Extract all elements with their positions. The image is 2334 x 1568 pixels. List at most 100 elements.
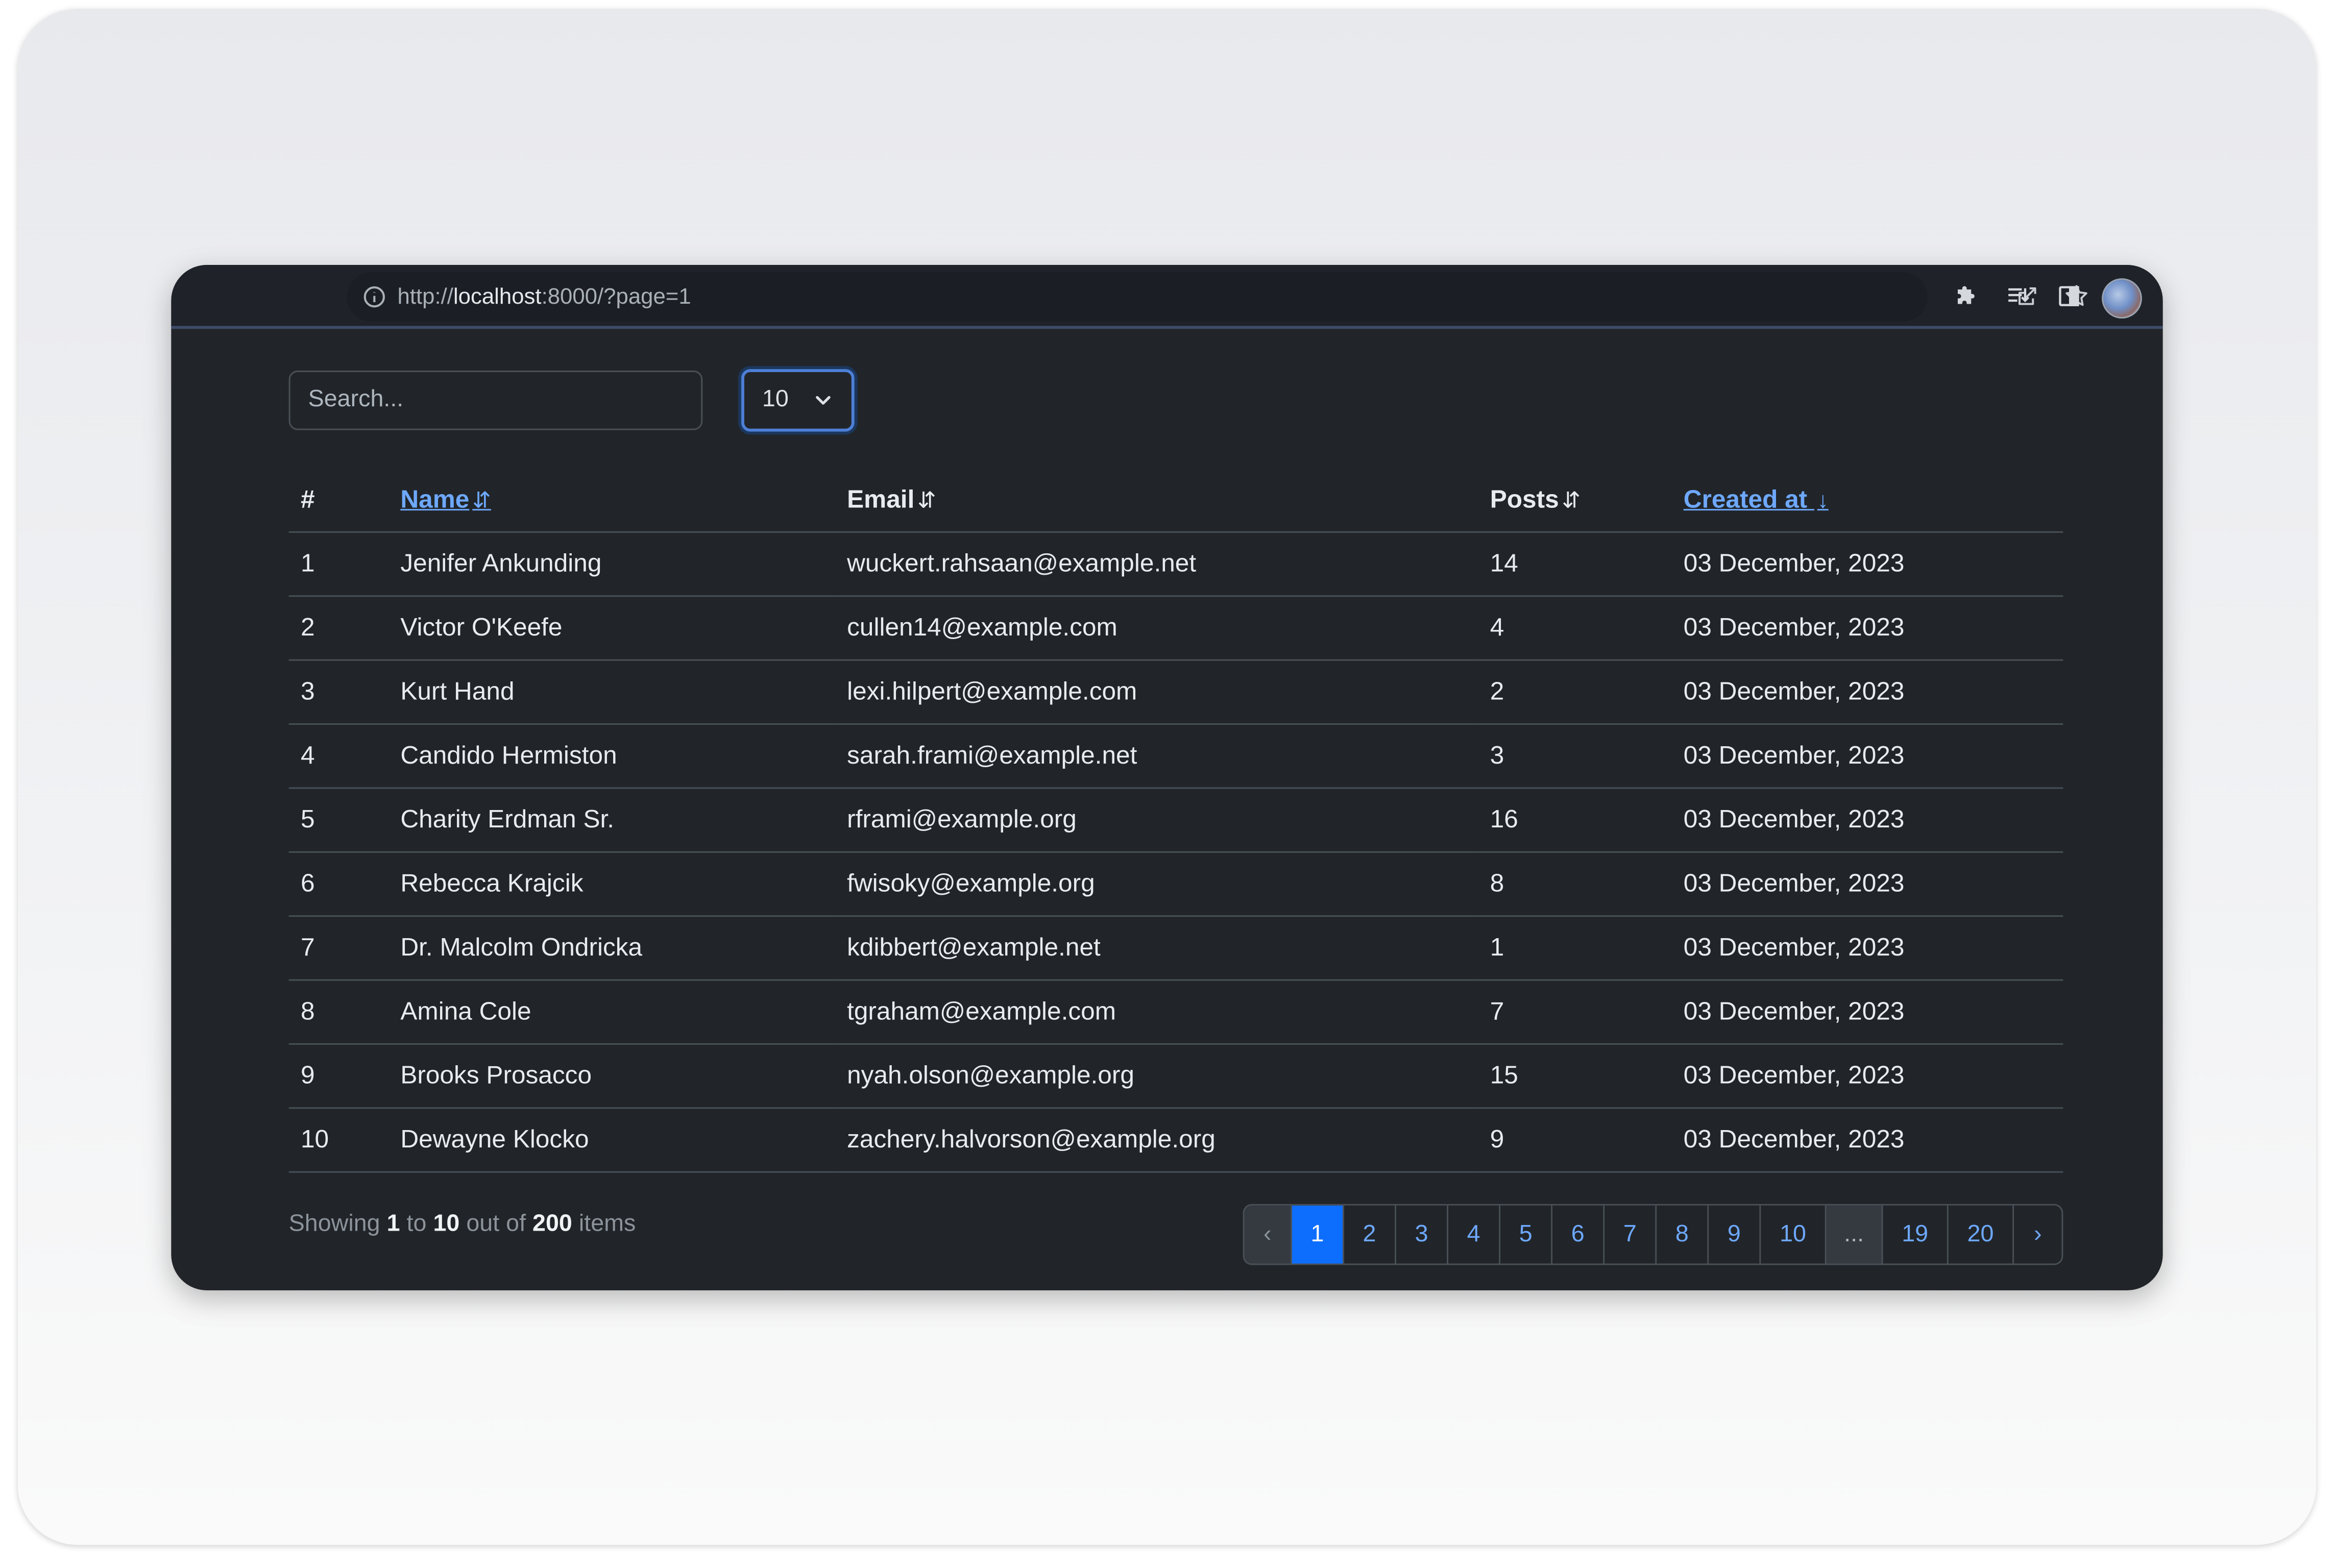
browser-window: http://localhost:8000/?page=1 Search... …: [171, 265, 2163, 1290]
address-bar[interactable]: http://localhost:8000/?page=1: [347, 272, 2087, 322]
cell-number: 4: [288, 724, 389, 789]
page-content: 10 # Name⇵ Email⇵ Posts⇵: [171, 329, 2162, 1290]
cell-number: 9: [288, 1044, 389, 1109]
page-button-8[interactable]: 8: [1657, 1205, 1709, 1264]
page-button-4[interactable]: 4: [1448, 1205, 1501, 1264]
cell-posts: 7: [1478, 980, 1672, 1045]
per-page-value: 10: [762, 387, 789, 412]
cell-name: Rebecca Krajcik: [388, 852, 835, 917]
cell-created-at: 03 December, 2023: [1671, 1108, 2063, 1173]
header-posts[interactable]: Posts ⇵: [1478, 467, 1672, 533]
side-panel-icon[interactable]: [2053, 280, 2085, 312]
cell-email: fwisoky@example.org: [835, 852, 1478, 917]
table-row: 5 Charity Erdman Sr. rframi@example.org …: [288, 788, 2063, 853]
cell-number: 1: [288, 532, 389, 597]
per-page-select[interactable]: 10: [741, 369, 855, 432]
cell-created-at: 03 December, 2023: [1671, 660, 2063, 725]
cell-created-at: 03 December, 2023: [1671, 916, 2063, 981]
header-number: #: [288, 467, 389, 533]
sort-by-created-link[interactable]: Created at ↓: [1684, 484, 1829, 512]
cell-posts: 9: [1478, 1108, 1672, 1173]
extensions-puzzle-icon[interactable]: [1952, 280, 1984, 312]
cell-posts: 14: [1478, 532, 1672, 597]
page-button-19[interactable]: 19: [1883, 1205, 1949, 1264]
cell-name: Jenifer Ankunding: [388, 532, 835, 597]
cell-email: sarah.frami@example.net: [835, 724, 1478, 789]
cell-email: lexi.hilpert@example.com: [835, 660, 1478, 725]
users-table: # Name ⇵ Email ⇵ Posts ⇵ Created at ↓ 1 …: [288, 467, 2063, 1173]
sort-by-name-link[interactable]: Name ⇵: [400, 484, 491, 512]
cell-name: Candido Hermiston: [388, 724, 835, 789]
page-button-2[interactable]: 2: [1344, 1205, 1397, 1264]
cell-number: 2: [288, 596, 389, 661]
profile-avatar[interactable]: [2102, 278, 2142, 318]
pagination-next-button[interactable]: ›: [2014, 1205, 2062, 1264]
cell-posts: 1: [1478, 916, 1672, 981]
pagination-ellipsis: ...: [1826, 1205, 1883, 1264]
cell-name: Dr. Malcolm Ondricka: [388, 916, 835, 981]
cell-name: Amina Cole: [388, 980, 835, 1045]
cell-number: 7: [288, 916, 389, 981]
reading-list-icon[interactable]: [2002, 280, 2035, 312]
cell-name: Brooks Prosacco: [388, 1044, 835, 1109]
table-row: 6 Rebecca Krajcik fwisoky@example.org 8 …: [288, 852, 2063, 917]
search-input[interactable]: [288, 371, 703, 430]
cell-created-at: 03 December, 2023: [1671, 724, 2063, 789]
table-row: 4 Candido Hermiston sarah.frami@example.…: [288, 724, 2063, 789]
cell-email: zachery.halvorson@example.org: [835, 1108, 1478, 1173]
cell-name: Victor O'Keefe: [388, 596, 835, 661]
pagination: ‹ 1 2 3 4 5 6 7 8 9 10 ... 19 20 ›: [1243, 1204, 2063, 1265]
table-row: 10 Dewayne Klocko zachery.halvorson@exam…: [288, 1108, 2063, 1173]
cell-number: 8: [288, 980, 389, 1045]
results-summary: Showing 1 to 10 out of 200 items: [288, 1211, 636, 1237]
cell-created-at: 03 December, 2023: [1671, 852, 2063, 917]
chevron-down-icon: [816, 396, 831, 405]
header-created-at[interactable]: Created at ↓: [1671, 467, 2063, 533]
cell-email: cullen14@example.com: [835, 596, 1478, 661]
cell-email: nyah.olson@example.org: [835, 1044, 1478, 1109]
cell-posts: 15: [1478, 1044, 1672, 1109]
cell-name: Kurt Hand: [388, 660, 835, 725]
cell-posts: 8: [1478, 852, 1672, 917]
cell-name: Charity Erdman Sr.: [388, 788, 835, 853]
cell-created-at: 03 December, 2023: [1671, 980, 2063, 1045]
header-email[interactable]: Email ⇵: [835, 467, 1478, 533]
sort-both-icon: ⇵: [917, 487, 936, 513]
page-button-1[interactable]: 1: [1292, 1205, 1344, 1264]
sort-both-icon: ⇵: [472, 487, 491, 513]
cell-email: tgraham@example.com: [835, 980, 1478, 1045]
cell-email: rframi@example.org: [835, 788, 1478, 853]
cell-created-at: 03 December, 2023: [1671, 1044, 2063, 1109]
cell-name: Dewayne Klocko: [388, 1108, 835, 1173]
table-row: 9 Brooks Prosacco nyah.olson@example.org…: [288, 1044, 2063, 1109]
page-button-3[interactable]: 3: [1396, 1205, 1449, 1264]
cell-created-at: 03 December, 2023: [1671, 788, 2063, 853]
cell-email: kdibbert@example.net: [835, 916, 1478, 981]
pagination-prev-button[interactable]: ‹: [1244, 1205, 1292, 1264]
page-button-20[interactable]: 20: [1948, 1205, 2014, 1264]
table-row: 2 Victor O'Keefe cullen14@example.com 4 …: [288, 596, 2063, 661]
cell-posts: 4: [1478, 596, 1672, 661]
table-row: 1 Jenifer Ankunding wuckert.rahsaan@exam…: [288, 532, 2063, 597]
page-button-7[interactable]: 7: [1604, 1205, 1657, 1264]
page-button-5[interactable]: 5: [1500, 1205, 1553, 1264]
page-button-6[interactable]: 6: [1552, 1205, 1605, 1264]
header-name[interactable]: Name ⇵: [388, 467, 835, 533]
cell-number: 5: [288, 788, 389, 853]
url-text: http://localhost:8000/?page=1: [397, 284, 691, 310]
table-row: 8 Amina Cole tgraham@example.com 7 03 De…: [288, 980, 2063, 1045]
browser-toolbar: http://localhost:8000/?page=1: [171, 265, 2163, 329]
cell-posts: 3: [1478, 724, 1672, 789]
cell-email: wuckert.rahsaan@example.net: [835, 532, 1478, 597]
page-button-10[interactable]: 10: [1761, 1205, 1827, 1264]
table-row: 3 Kurt Hand lexi.hilpert@example.com 2 0…: [288, 660, 2063, 725]
cell-posts: 2: [1478, 660, 1672, 725]
page-button-9[interactable]: 9: [1709, 1205, 1761, 1264]
table-header-row: # Name ⇵ Email ⇵ Posts ⇵ Created at ↓: [288, 467, 2063, 533]
cell-number: 6: [288, 852, 389, 917]
cell-number: 3: [288, 660, 389, 725]
table-row: 7 Dr. Malcolm Ondricka kdibbert@example.…: [288, 916, 2063, 981]
info-icon[interactable]: [362, 284, 387, 310]
sort-both-icon: ⇵: [1562, 487, 1581, 513]
cell-created-at: 03 December, 2023: [1671, 532, 2063, 597]
